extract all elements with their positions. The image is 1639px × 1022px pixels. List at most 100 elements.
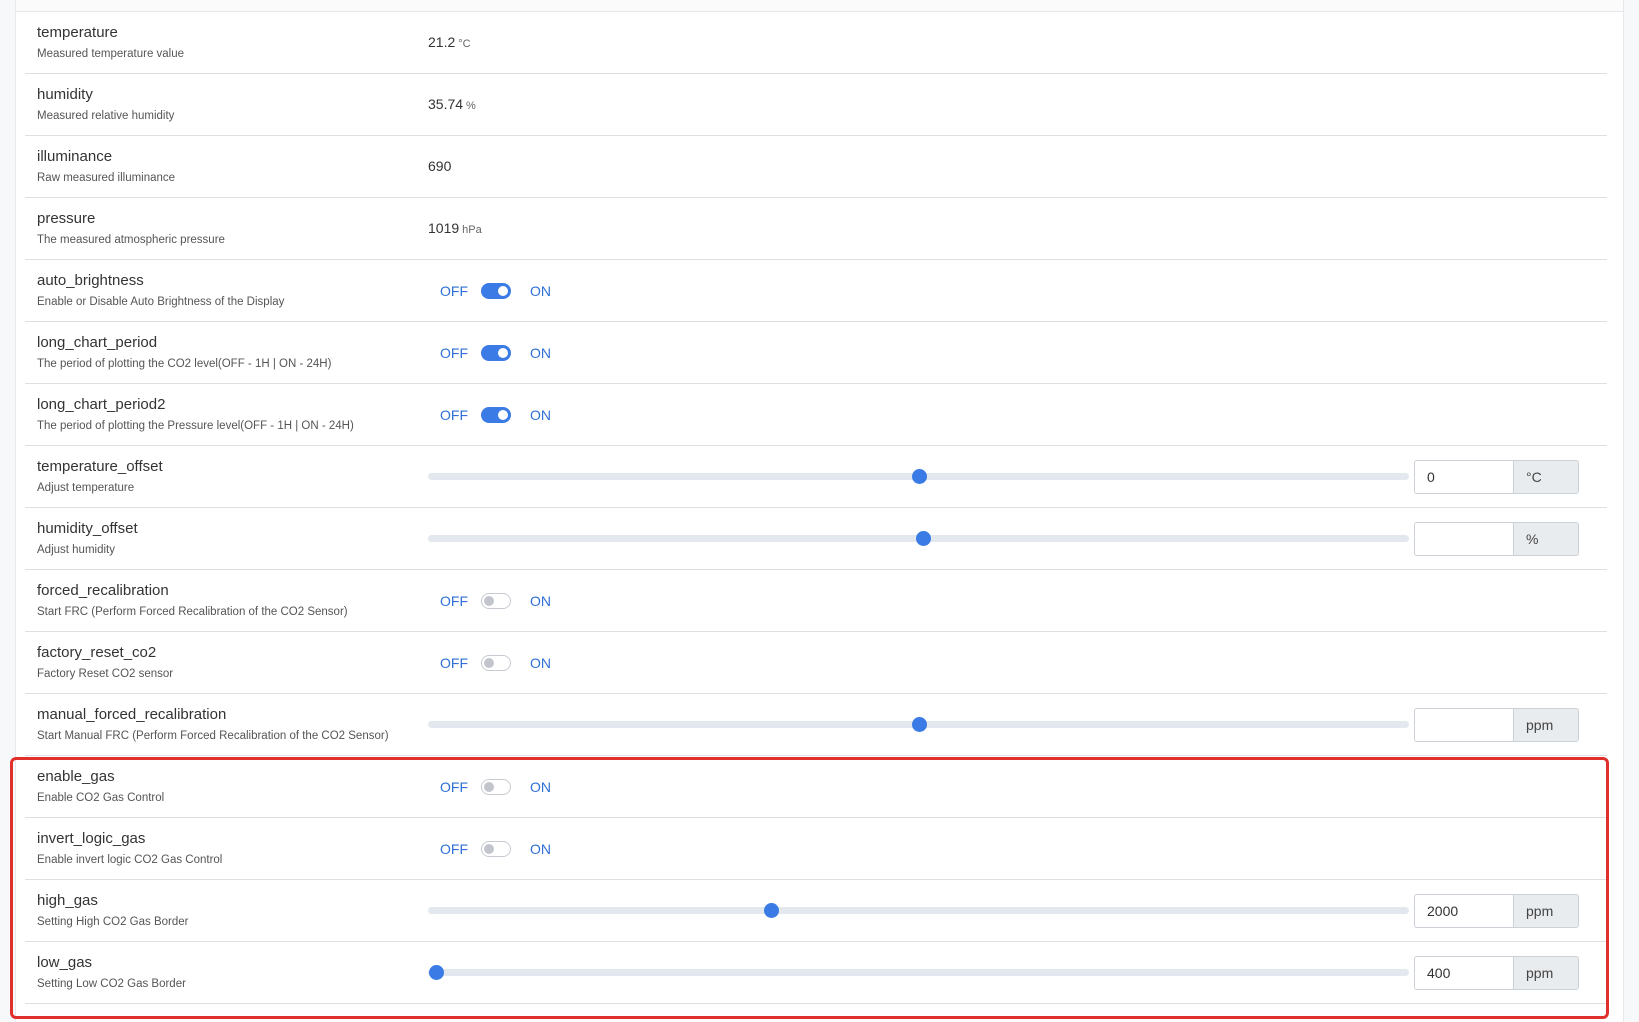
sensor-value-number: 690 — [428, 158, 452, 174]
toggle-switch[interactable] — [481, 345, 511, 361]
toggle-off-label[interactable]: OFF — [440, 407, 468, 423]
setting-description: The period of plotting the CO2 level(OFF… — [37, 358, 332, 370]
setting-name: auto_brightness — [37, 272, 144, 289]
slider-thumb[interactable] — [911, 469, 927, 484]
setting-row-high-gas: high_gas Setting High CO2 Gas Border ppm — [25, 880, 1607, 942]
setting-row-temperature: temperature Measured temperature value 21.… — [25, 12, 1607, 74]
setting-row-enable-gas: enable_gas Enable CO2 Gas Control OFF ON — [25, 756, 1607, 818]
range-slider[interactable] — [428, 965, 1409, 980]
setting-description: Measured temperature value — [37, 48, 185, 60]
setting-description: The measured atmospheric pressure — [37, 234, 225, 246]
toggle-control: OFF ON — [440, 590, 551, 612]
setting-description: Raw measured illuminance — [37, 172, 176, 184]
number-input[interactable] — [1414, 708, 1513, 742]
toggle-off-label[interactable]: OFF — [440, 283, 468, 299]
setting-name: long_chart_period — [37, 334, 158, 351]
sensor-value: 690 — [428, 158, 451, 174]
slider-thumb[interactable] — [428, 965, 444, 980]
toggle-knob — [484, 844, 494, 854]
number-input[interactable] — [1414, 522, 1513, 556]
toggle-knob — [484, 782, 494, 792]
toggle-control: OFF ON — [440, 342, 551, 364]
number-input-group: ppm — [1414, 956, 1579, 990]
sensor-value-unit: hPa — [462, 224, 482, 236]
toggle-off-label[interactable]: OFF — [440, 655, 468, 671]
sensor-value-number: 1019 — [428, 220, 460, 236]
toggle-knob — [484, 596, 494, 606]
card-top-strip — [16, 0, 1623, 12]
toggle-off-label[interactable]: OFF — [440, 779, 468, 795]
slider-thumb[interactable] — [764, 903, 780, 918]
setting-row-humidity: humidity Measured relative humidity 35.74% — [25, 74, 1607, 136]
setting-name: illuminance — [37, 148, 113, 165]
setting-description: Enable CO2 Gas Control — [37, 792, 165, 804]
setting-description: Adjust humidity — [37, 544, 115, 556]
toggle-knob — [484, 658, 494, 668]
toggle-off-label[interactable]: OFF — [440, 841, 468, 857]
setting-description: Enable or Disable Auto Brightness of the… — [37, 296, 285, 308]
toggle-on-label[interactable]: ON — [530, 283, 551, 299]
sensor-value-number: 35.74 — [428, 96, 464, 112]
setting-description: Start FRC (Perform Forced Recalibration … — [37, 606, 348, 618]
toggle-off-label[interactable]: OFF — [440, 345, 468, 361]
toggle-off-label[interactable]: OFF — [440, 593, 468, 609]
setting-name: humidity_offset — [37, 520, 138, 537]
toggle-switch[interactable] — [481, 593, 511, 609]
setting-row-pressure: pressure The measured atmospheric pressur… — [25, 198, 1607, 260]
range-slider[interactable] — [428, 717, 1409, 732]
setting-row-auto-brightness: auto_brightness Enable or Disable Auto Br… — [25, 260, 1607, 322]
setting-description: Enable invert logic CO2 Gas Control — [37, 854, 223, 866]
toggle-on-label[interactable]: ON — [530, 655, 551, 671]
toggle-switch[interactable] — [481, 841, 511, 857]
setting-name: factory_reset_co2 — [37, 644, 157, 661]
number-input[interactable] — [1414, 460, 1513, 494]
toggle-switch[interactable] — [481, 283, 511, 299]
toggle-switch[interactable] — [481, 779, 511, 795]
slider-thumb[interactable] — [916, 531, 932, 546]
toggle-on-label[interactable]: ON — [530, 593, 551, 609]
setting-row-low-gas: low_gas Setting Low CO2 Gas Border ppm — [25, 942, 1607, 1004]
setting-row-illuminance: illuminance Raw measured illuminance 690 — [25, 136, 1607, 198]
setting-name: invert_logic_gas — [37, 830, 146, 847]
number-input-group: ppm — [1414, 708, 1579, 742]
settings-list: temperature Measured temperature value 21.… — [25, 12, 1607, 1004]
sensor-value-unit: % — [466, 100, 476, 112]
toggle-control: OFF ON — [440, 776, 551, 798]
toggle-control: OFF ON — [440, 652, 551, 674]
sensor-value-number: 21.2 — [428, 34, 456, 50]
sensor-value-unit: °C — [458, 38, 471, 50]
settings-card: temperature Measured temperature value 21.… — [15, 0, 1624, 1022]
setting-row-forced-recalibration: forced_recalibration Start FRC (Perform F… — [25, 570, 1607, 632]
sensor-value: 1019 hPa — [428, 220, 482, 236]
setting-description: Adjust temperature — [37, 482, 135, 494]
setting-name: humidity — [37, 86, 93, 103]
setting-row-long-chart-period: long_chart_period The period of plotting … — [25, 322, 1607, 384]
number-input[interactable] — [1414, 956, 1513, 990]
number-input[interactable] — [1414, 894, 1513, 928]
toggle-on-label[interactable]: ON — [530, 407, 551, 423]
setting-name: temperature_offset — [37, 458, 163, 475]
toggle-switch[interactable] — [481, 407, 511, 423]
setting-row-factory-reset-co2: factory_reset_co2 Factory Reset CO2 senso… — [25, 632, 1607, 694]
setting-name: low_gas — [37, 954, 93, 971]
toggle-control: OFF ON — [440, 280, 551, 302]
number-input-group: % — [1414, 522, 1579, 556]
range-slider[interactable] — [428, 469, 1409, 484]
toggle-on-label[interactable]: ON — [530, 345, 551, 361]
toggle-control: OFF ON — [440, 838, 551, 860]
setting-description: Factory Reset CO2 sensor — [37, 668, 174, 680]
unit-addon: ppm — [1513, 956, 1579, 990]
toggle-switch[interactable] — [481, 655, 511, 671]
range-slider[interactable] — [428, 531, 1409, 546]
range-slider[interactable] — [428, 903, 1409, 918]
setting-name: temperature — [37, 24, 118, 41]
setting-name: high_gas — [37, 892, 98, 909]
toggle-knob — [498, 410, 508, 420]
toggle-on-label[interactable]: ON — [530, 779, 551, 795]
unit-addon: % — [1513, 522, 1579, 556]
setting-row-invert-logic-gas: invert_logic_gas Enable invert logic CO2 … — [25, 818, 1607, 880]
toggle-on-label[interactable]: ON — [530, 841, 551, 857]
slider-thumb[interactable] — [911, 717, 927, 732]
setting-row-temperature-offset: temperature_offset Adjust temperature °C — [25, 446, 1607, 508]
setting-description: The period of plotting the Pressure leve… — [37, 420, 354, 432]
